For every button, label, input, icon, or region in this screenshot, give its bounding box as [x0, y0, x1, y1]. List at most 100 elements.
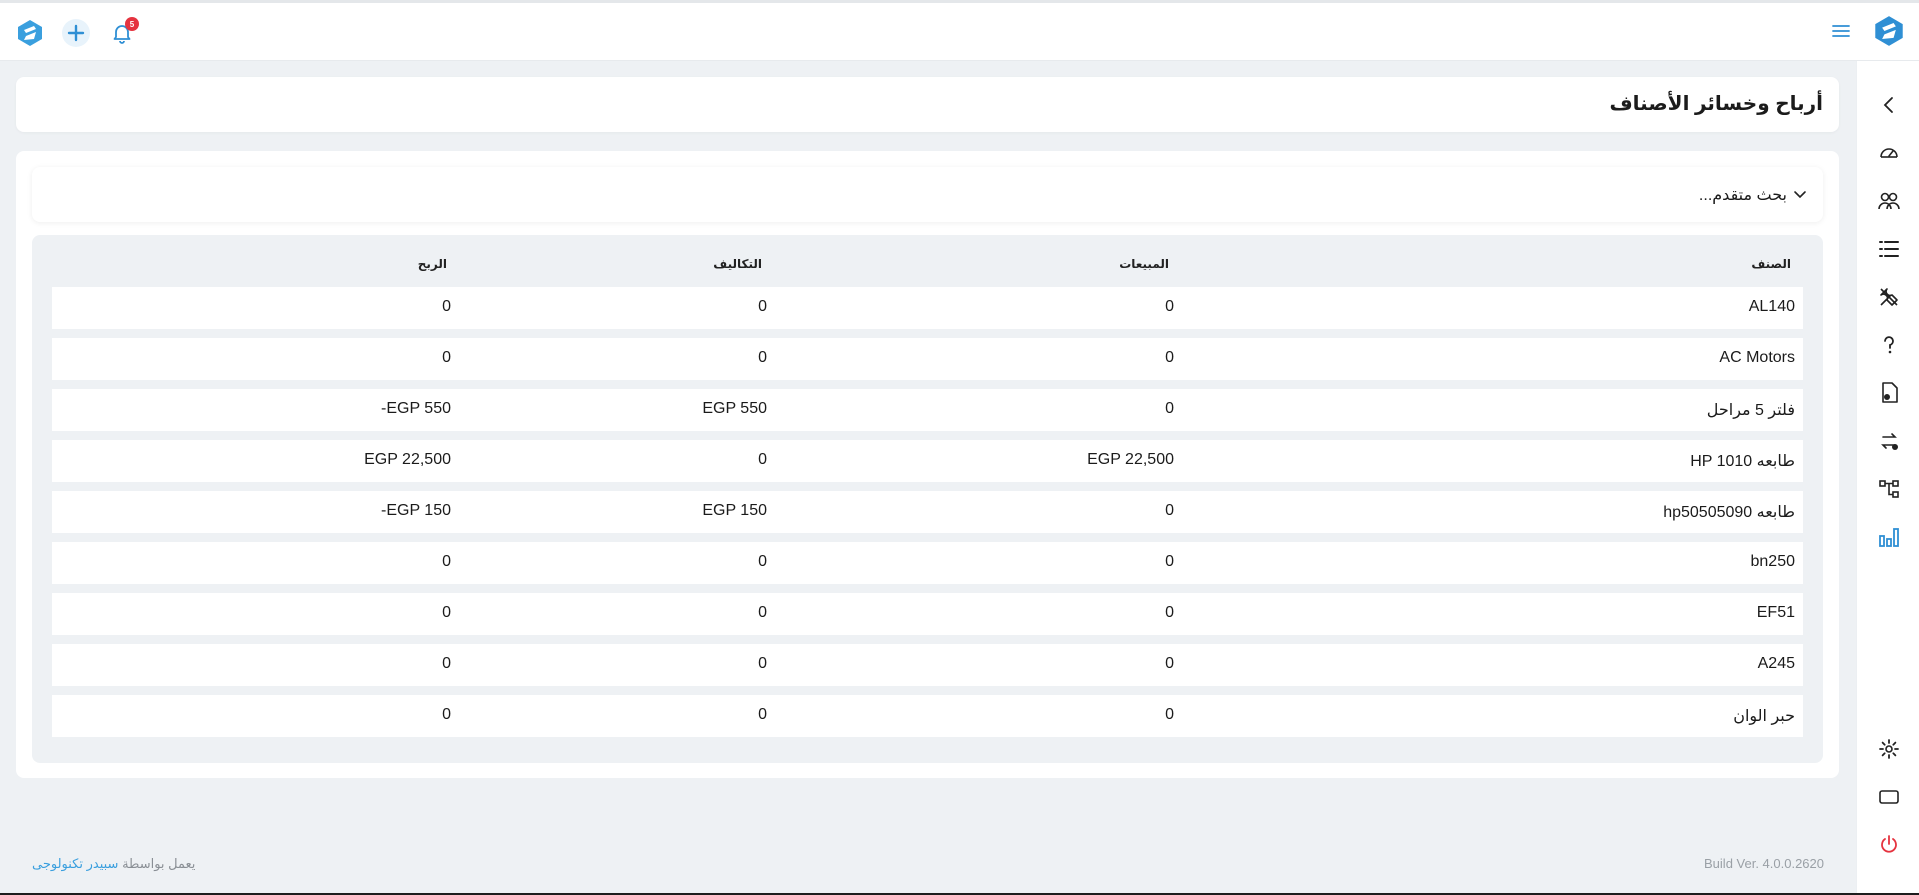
header-costs: التكاليف: [713, 257, 762, 271]
advanced-search-panel: بحث متقدم...: [32, 167, 1823, 222]
cell-costs: 0: [758, 553, 767, 570]
gear-icon: [1878, 739, 1899, 759]
sidebar-item-transfers[interactable]: [1857, 417, 1919, 465]
table-row: طابعه HP 1010 EGP 22,500 0 EGP 22,500: [52, 440, 1803, 482]
brand-logo[interactable]: [1873, 15, 1905, 47]
top-bar-brand: [1825, 15, 1905, 47]
table-row: EF51 0 0 0: [52, 593, 1803, 635]
cell-item: A245: [1757, 655, 1795, 672]
cell-profit: 0: [442, 706, 451, 723]
cell-item: طابعه HP 1010: [1690, 453, 1795, 470]
cell-item: bn250: [1750, 553, 1796, 570]
sidebar-item-list[interactable]: [1857, 225, 1919, 273]
table-row: AC Motors 0 0 0: [52, 338, 1803, 380]
document-icon: [1881, 382, 1898, 403]
cell-costs: EGP 150: [702, 502, 767, 519]
plus-icon: [62, 19, 90, 47]
sidebar: [1856, 61, 1919, 895]
cell-sales: 0: [1165, 604, 1174, 621]
cell-profit: EGP 150-: [381, 502, 451, 519]
cell-costs: 0: [758, 604, 767, 621]
profit-loss-table: الصنف المبيعات التكاليف الربح AL140 0 0 …: [32, 235, 1823, 763]
table-row: فلتر 5 مراحل 0 EGP 550 EGP 550-: [52, 389, 1803, 431]
cell-sales: 0: [1165, 349, 1174, 366]
sidebar-item-hierarchy[interactable]: [1857, 465, 1919, 513]
powered-by-label: يعمل بواسطة: [122, 856, 196, 871]
table-row: bn250 0 0 0: [52, 542, 1803, 584]
tools-icon: [1879, 288, 1898, 306]
cell-costs: 0: [758, 349, 767, 366]
cell-profit: EGP 22,500: [364, 451, 451, 468]
cell-costs: 0: [758, 298, 767, 315]
cell-item: AC Motors: [1719, 349, 1795, 366]
hierarchy-icon: [1878, 480, 1899, 498]
table-header: الصنف المبيعات التكاليف الربح: [52, 235, 1803, 287]
sidebar-item-dashboard[interactable]: [1857, 129, 1919, 177]
advanced-search-toggle[interactable]: بحث متقدم...: [1699, 185, 1807, 205]
report-card: بحث متقدم... الصنف المبيعات التكاليف الر…: [16, 151, 1839, 778]
advanced-search-label: بحث متقدم...: [1698, 187, 1787, 204]
top-bar-actions: 5: [14, 17, 139, 49]
cell-sales: EGP 22,500: [1087, 451, 1174, 468]
sidebar-nav: [1857, 81, 1919, 561]
page-header: أرباح وخسائر الأصناف: [16, 77, 1839, 132]
menu-toggle-button[interactable]: [1825, 15, 1857, 47]
cell-item: EF51: [1756, 604, 1795, 621]
sidebar-item-collapse[interactable]: [1857, 81, 1919, 129]
table-row: AL140 0 0 0: [52, 287, 1803, 329]
cell-sales: 0: [1165, 502, 1174, 519]
transfer-icon: [1880, 433, 1898, 450]
notifications-button[interactable]: 5: [106, 17, 139, 49]
header-item: الصنف: [1751, 257, 1791, 271]
cell-item: AL140: [1748, 298, 1795, 315]
cell-profit: 0: [442, 298, 451, 315]
list-icon: [1878, 241, 1899, 257]
sidebar-item-tools[interactable]: [1857, 273, 1919, 321]
cell-sales: 0: [1165, 706, 1174, 723]
cell-sales: 0: [1165, 298, 1174, 315]
cell-costs: EGP 550: [702, 400, 767, 417]
sidebar-item-reports[interactable]: [1857, 513, 1919, 561]
cell-profit: 0: [442, 655, 451, 672]
screen-icon: [1878, 790, 1899, 804]
logo-icon: [18, 20, 42, 46]
cell-sales: 0: [1165, 655, 1174, 672]
cell-costs: 0: [758, 655, 767, 672]
notification-badge: 5: [125, 17, 139, 31]
question-icon: [1883, 336, 1894, 354]
footer-powered-by: يعمل بواسطة سبيدر تكنولوجى: [32, 856, 195, 872]
cell-profit: 0: [442, 349, 451, 366]
cell-costs: 0: [758, 451, 767, 468]
cell-sales: 0: [1165, 400, 1174, 417]
chevron-down-icon: [1794, 191, 1806, 199]
top-bar: 5: [0, 0, 1919, 61]
add-button[interactable]: [60, 17, 92, 49]
sidebar-bottom: [1857, 725, 1919, 869]
page-title: أرباح وخسائر الأصناف: [1609, 93, 1823, 115]
cell-item: فلتر 5 مراحل: [1706, 402, 1795, 419]
powered-by-link[interactable]: سبيدر تكنولوجى: [32, 856, 118, 871]
users-icon: [1877, 192, 1900, 210]
hamburger-icon: [1832, 25, 1850, 37]
cell-profit: 0: [442, 604, 451, 621]
power-icon: [1880, 835, 1897, 853]
header-sales: المبيعات: [1119, 257, 1169, 271]
cell-sales: 0: [1165, 553, 1174, 570]
cell-item: حبر الوان: [1733, 708, 1795, 725]
cell-profit: EGP 550-: [381, 400, 451, 417]
cell-item: طابعه hp50505090: [1663, 504, 1795, 521]
sidebar-item-documents[interactable]: [1857, 369, 1919, 417]
table-row: حبر الوان 0 0 0: [52, 695, 1803, 737]
sidebar-item-help[interactable]: [1857, 321, 1919, 369]
table-row: طابعه hp50505090 0 EGP 150 EGP 150-: [52, 491, 1803, 533]
app-logo-button[interactable]: [14, 17, 46, 49]
cell-profit: 0: [442, 553, 451, 570]
header-profit: الربح: [417, 257, 447, 271]
cell-costs: 0: [758, 706, 767, 723]
sidebar-item-settings[interactable]: [1857, 725, 1919, 773]
bar-chart-icon: [1878, 528, 1899, 547]
sidebar-item-screen[interactable]: [1857, 773, 1919, 821]
sidebar-item-users[interactable]: [1857, 177, 1919, 225]
sidebar-item-logout[interactable]: [1857, 821, 1919, 869]
table-row: A245 0 0 0: [52, 644, 1803, 686]
